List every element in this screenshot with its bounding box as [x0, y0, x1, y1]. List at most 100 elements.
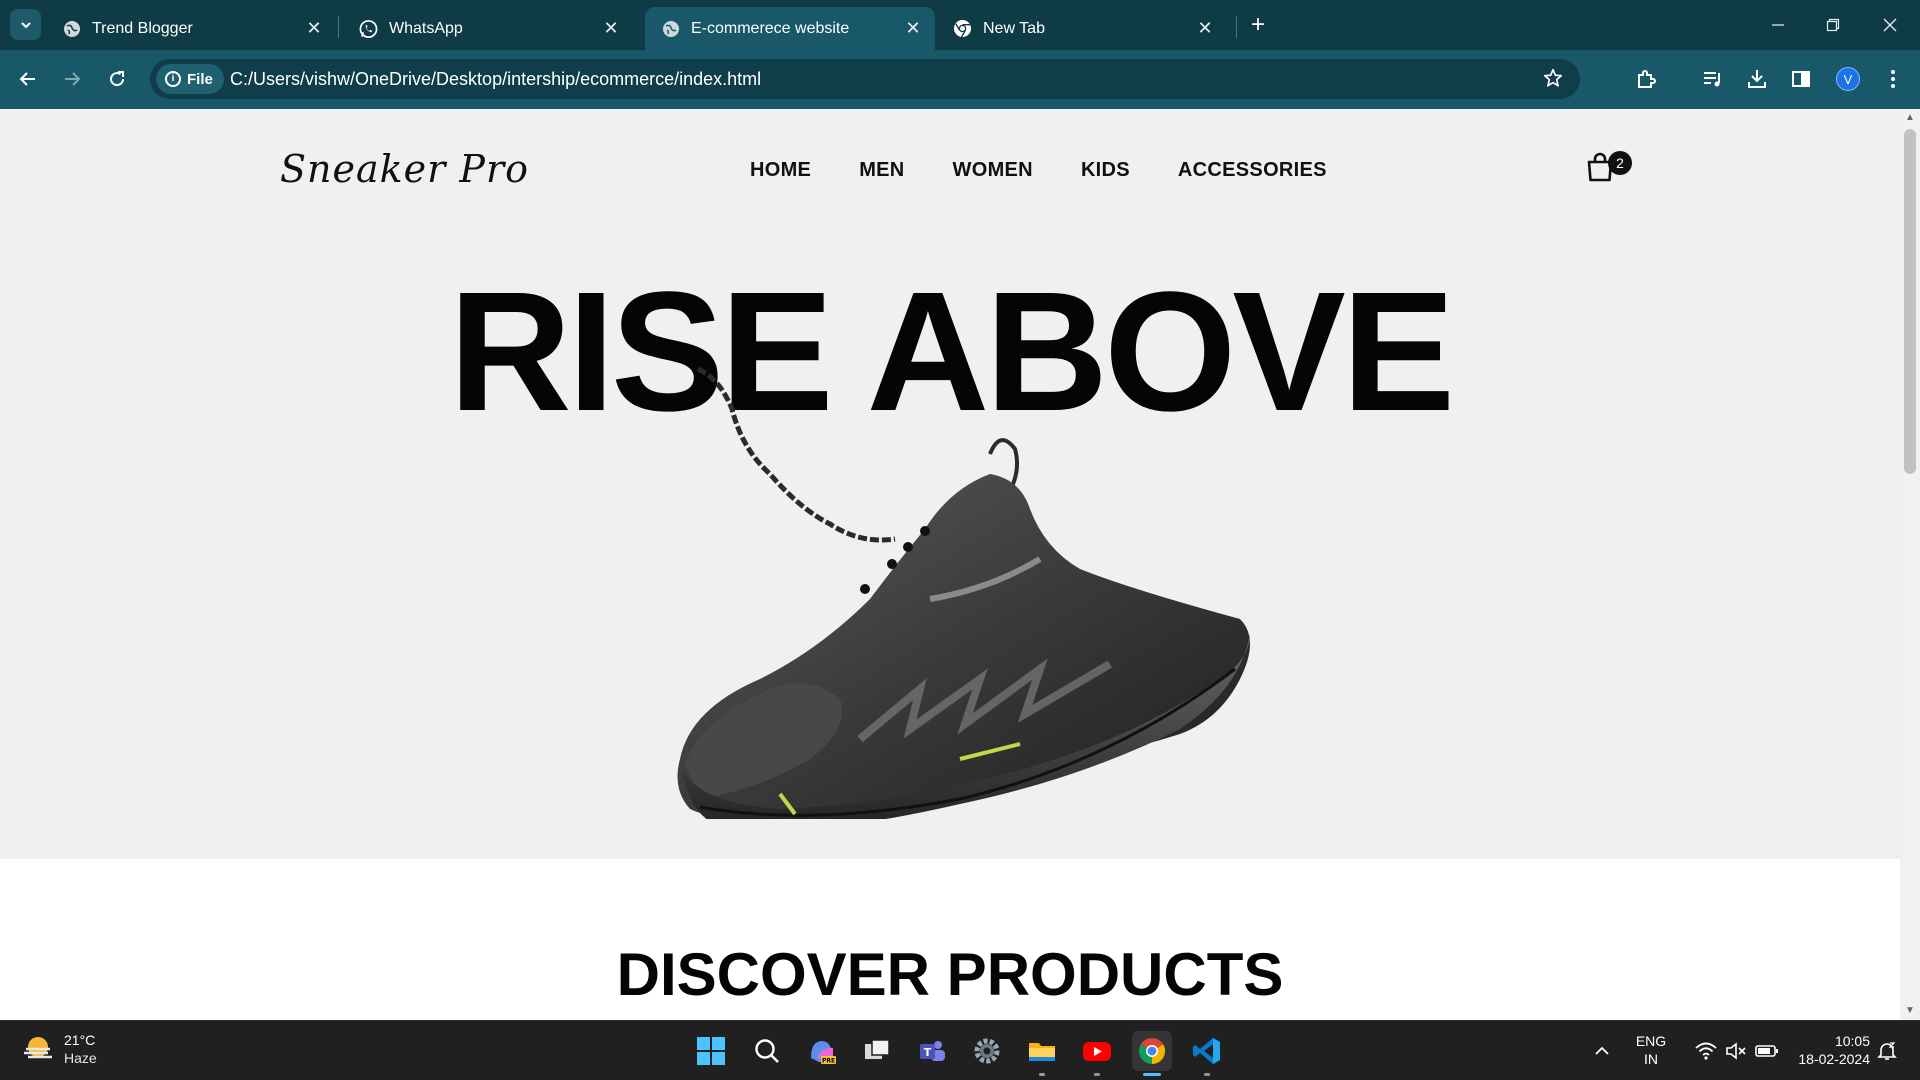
close-tab-icon[interactable]: ✕ [304, 18, 324, 39]
puzzle-icon [1638, 70, 1656, 88]
new-tab-button[interactable]: + [1244, 11, 1272, 39]
extensions-button[interactable] [1634, 66, 1660, 92]
nav-accessories[interactable]: ACCESSORIES [1178, 159, 1327, 182]
youtube-icon [1083, 1042, 1111, 1061]
tab-trend-blogger[interactable]: Trend Blogger ✕ [46, 7, 336, 50]
search-icon [755, 1039, 779, 1063]
svg-text:T: T [924, 1046, 932, 1059]
close-tab-icon[interactable]: ✕ [601, 18, 621, 39]
taskbar-youtube[interactable] [1077, 1031, 1117, 1071]
back-button[interactable] [13, 64, 43, 94]
active-window-indicator [1143, 1073, 1161, 1076]
profile-avatar[interactable]: V [1836, 67, 1860, 91]
folder-icon [1029, 1043, 1055, 1061]
globe-icon [62, 19, 81, 38]
browser-toolbar: i File C:/Users/vishw/OneDrive/Desktop/i… [0, 50, 1920, 109]
site-info-button[interactable]: i File [156, 64, 224, 94]
restore-icon [1826, 18, 1840, 32]
taskbar-settings[interactable] [967, 1031, 1007, 1071]
playlist-icon [1704, 72, 1720, 87]
volume-muted-icon [1726, 1042, 1746, 1060]
clock-date: 18-02-2024 [1798, 1051, 1870, 1067]
reload-button[interactable] [102, 64, 132, 94]
browser-tab-bar: Trend Blogger ✕ WhatsApp ✕ E-commerece w… [0, 0, 1920, 50]
chevron-up-icon [1595, 1046, 1609, 1055]
bookmark-star-icon[interactable] [1542, 67, 1566, 91]
side-panel-icon [1792, 71, 1810, 87]
task-view-icon [865, 1039, 890, 1059]
chevron-down-icon [20, 21, 31, 28]
forward-button[interactable] [57, 64, 87, 94]
region-code: IN [1644, 1051, 1658, 1067]
chrome-icon [1139, 1037, 1166, 1065]
tab-ecommerce-website[interactable]: E-commerece website ✕ [645, 7, 935, 50]
start-button[interactable] [691, 1031, 731, 1071]
notifications-button[interactable] [1874, 1031, 1900, 1071]
media-controls-button[interactable] [1700, 66, 1726, 92]
clock[interactable]: 10:05 18-02-2024 [1780, 1032, 1870, 1068]
tab-whatsapp[interactable]: WhatsApp ✕ [343, 7, 633, 50]
nav-men[interactable]: MEN [859, 159, 904, 182]
taskbar-file-explorer[interactable] [1022, 1031, 1062, 1071]
teams-icon: T [920, 1041, 945, 1061]
tab-new-tab[interactable]: New Tab ✕ [937, 7, 1227, 50]
downloads-button[interactable] [1744, 66, 1770, 92]
section-title-discover-products: DISCOVER PRODUCTS [616, 941, 1284, 1008]
weather-widget[interactable]: 21°C Haze [22, 1031, 97, 1067]
url-text[interactable]: C:/Users/vishw/OneDrive/Desktop/intershi… [230, 69, 761, 90]
hero-section: Sneaker Pro HOME MEN WOMEN KIDS ACCESSOR… [0, 109, 1900, 859]
sneaker-image [677, 366, 1250, 819]
side-panel-button[interactable] [1788, 66, 1814, 92]
site-logo[interactable]: Sneaker Pro [280, 147, 529, 191]
tab-search-button[interactable] [10, 9, 41, 40]
nav-kids[interactable]: KIDS [1081, 159, 1130, 182]
more-vertical-icon [1891, 70, 1895, 88]
taskbar-vscode[interactable] [1187, 1031, 1227, 1071]
svg-text:PRE: PRE [822, 1058, 835, 1065]
cart-count-badge: 2 [1608, 151, 1632, 175]
battery-icon [1755, 1045, 1778, 1057]
page-viewport: Sneaker Pro HOME MEN WOMEN KIDS ACCESSOR… [0, 109, 1920, 1020]
scroll-down-icon[interactable]: ▼ [1905, 1006, 1915, 1016]
scroll-up-icon[interactable]: ▲ [1905, 113, 1915, 123]
arrow-right-icon [65, 72, 81, 86]
copilot-icon: PRE [811, 1041, 836, 1065]
taskbar-task-view[interactable] [857, 1031, 897, 1071]
arrow-left-icon [19, 72, 35, 86]
running-indicator [1039, 1073, 1045, 1076]
minimize-icon [1772, 24, 1784, 26]
whatsapp-icon [359, 19, 378, 38]
close-tab-icon[interactable]: ✕ [1195, 18, 1215, 39]
taskbar-teams[interactable]: T [912, 1031, 952, 1071]
close-window-button[interactable] [1870, 10, 1910, 40]
taskbar-chrome[interactable] [1132, 1031, 1172, 1071]
running-indicator [1204, 1073, 1210, 1076]
running-indicator [1094, 1073, 1100, 1076]
info-icon: i [165, 71, 181, 87]
browser-menu-button[interactable] [1880, 66, 1906, 92]
address-bar[interactable]: i File C:/Users/vishw/OneDrive/Desktop/i… [150, 59, 1580, 99]
wifi-icon [1695, 1042, 1717, 1060]
globe-icon [661, 19, 680, 38]
quick-settings-button[interactable] [1677, 1031, 1797, 1071]
tab-divider [338, 16, 339, 38]
weather-condition: Haze [64, 1050, 97, 1066]
language-code: ENG [1635, 1033, 1667, 1049]
taskbar-copilot[interactable]: PRE [802, 1031, 842, 1071]
minimize-window-button[interactable] [1758, 10, 1798, 40]
scheme-label: File [187, 70, 213, 88]
close-tab-icon[interactable]: ✕ [903, 18, 923, 39]
windows-taskbar: 21°C Haze PRE T ENG IN 10:05 18-02-2024 [0, 1020, 1920, 1080]
show-hidden-icons-button[interactable] [1582, 1031, 1622, 1071]
scrollbar-thumb[interactable] [1904, 129, 1916, 474]
input-language-indicator[interactable]: ENG IN [1626, 1032, 1676, 1068]
notification-bell-icon [1877, 1042, 1897, 1060]
page-scrollbar[interactable]: ▲ ▼ [1900, 109, 1920, 1020]
taskbar-search-button[interactable] [747, 1031, 787, 1071]
chrome-icon [953, 19, 972, 38]
nav-home[interactable]: HOME [750, 159, 811, 182]
restore-window-button[interactable] [1813, 10, 1853, 40]
nav-women[interactable]: WOMEN [953, 159, 1033, 182]
vscode-icon [1193, 1038, 1220, 1064]
tab-title: New Tab [983, 19, 1045, 37]
